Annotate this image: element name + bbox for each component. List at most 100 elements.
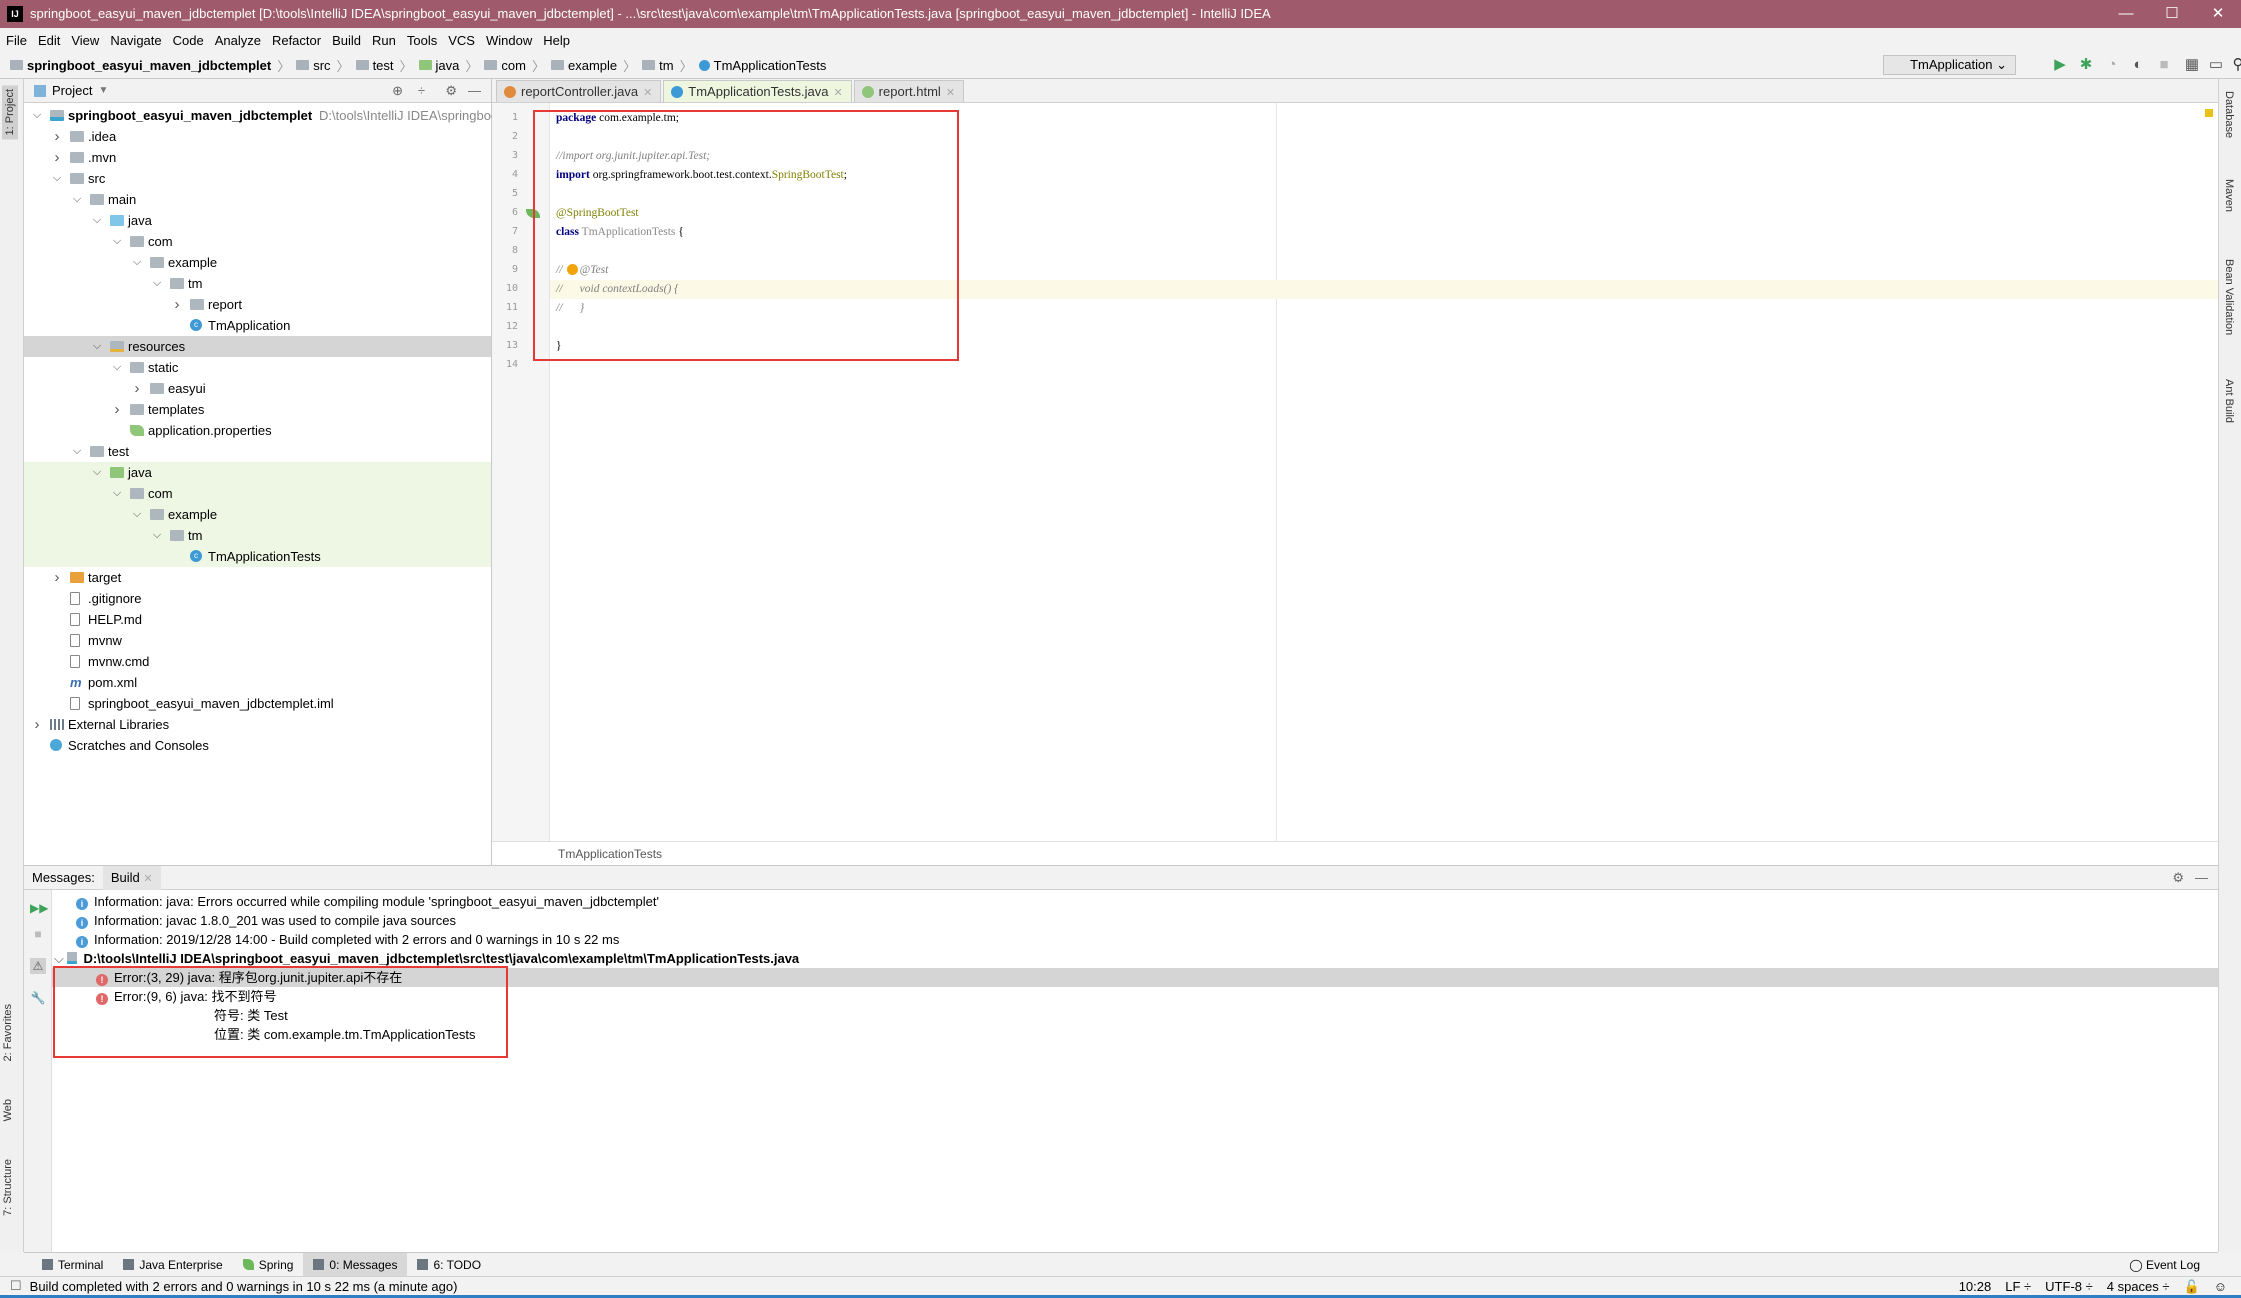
chevron-right-icon[interactable]: › bbox=[171, 294, 183, 315]
chevron-down-icon[interactable]: ⌵ bbox=[111, 231, 123, 252]
event-log-button[interactable]: ◯ Event Log bbox=[2129, 1258, 2200, 1272]
menu-analyze[interactable]: Analyze bbox=[215, 33, 261, 48]
gear-icon[interactable]: ⚙ bbox=[2172, 870, 2184, 886]
tool-tab-messages[interactable]: 0: Messages bbox=[303, 1252, 408, 1277]
message-row[interactable]: i Information: java: Errors occurred whil… bbox=[52, 892, 2218, 911]
stop-icon[interactable]: ■ bbox=[30, 926, 46, 942]
wrench-icon[interactable]: 🔧 bbox=[30, 990, 46, 1006]
chevron-right-icon[interactable]: › bbox=[111, 399, 123, 420]
chevron-down-icon[interactable]: ⌵ bbox=[71, 441, 83, 462]
terminal-window-icon[interactable]: ▭ bbox=[2207, 56, 2225, 74]
caret-position[interactable]: 10:28 bbox=[1959, 1277, 1992, 1296]
menu-window[interactable]: Window bbox=[486, 33, 532, 48]
tree-item[interactable]: application.properties bbox=[24, 420, 491, 441]
hide-icon[interactable]: — bbox=[2195, 870, 2208, 885]
toggle-tool-windows-icon[interactable]: ☐ bbox=[10, 1278, 22, 1294]
tree-item[interactable]: .gitignore bbox=[24, 588, 491, 609]
menu-build[interactable]: Build bbox=[332, 33, 361, 48]
bean-validation-tool-button[interactable]: Bean Validation bbox=[2223, 259, 2235, 335]
tree-item[interactable]: › templates bbox=[24, 399, 491, 420]
tree-item[interactable]: ⌵ static bbox=[24, 357, 491, 378]
chevron-right-icon[interactable]: › bbox=[131, 378, 143, 399]
close-tab-icon[interactable]: ✕ bbox=[143, 873, 152, 885]
run-configuration-select[interactable]: TmApplication ⌄ bbox=[1883, 55, 2016, 75]
menu-help[interactable]: Help bbox=[543, 33, 570, 48]
close-tab-icon[interactable]: ✕ bbox=[833, 87, 842, 99]
ant-build-tool-button[interactable]: Ant Build bbox=[2223, 379, 2235, 423]
close-button[interactable]: ✕ bbox=[2195, 0, 2241, 28]
chevron-down-icon[interactable]: ⌵ bbox=[51, 168, 63, 189]
maximize-button[interactable]: ☐ bbox=[2149, 0, 2195, 28]
tree-item[interactable]: ⌵ example bbox=[24, 504, 491, 525]
message-row[interactable]: i Information: javac 1.8.0_201 was used t… bbox=[52, 911, 2218, 930]
menu-navigate[interactable]: Navigate bbox=[110, 33, 161, 48]
menu-tools[interactable]: Tools bbox=[407, 33, 437, 48]
tree-item[interactable]: springboot_easyui_maven_jdbctemplet.iml bbox=[24, 693, 491, 714]
debug-icon[interactable]: ✱ bbox=[2077, 56, 2095, 74]
breadcrumb-item[interactable]: example 〉 bbox=[551, 56, 636, 75]
tree-item[interactable]: ⌵ java bbox=[24, 462, 491, 483]
menu-refactor[interactable]: Refactor bbox=[272, 33, 321, 48]
web-tool-button[interactable]: Web bbox=[2, 1099, 14, 1121]
breadcrumb-item[interactable]: java 〉 bbox=[418, 56, 478, 75]
chevron-down-icon[interactable]: ⌵ bbox=[31, 105, 43, 126]
coverage-icon[interactable]: ◔ bbox=[2103, 56, 2121, 74]
chevron-down-icon[interactable]: ⌵ bbox=[131, 252, 143, 273]
tree-item[interactable]: Scratches and Consoles bbox=[24, 735, 491, 756]
tree-item[interactable]: mvnw bbox=[24, 630, 491, 651]
tool-tab-todo[interactable]: 6: TODO bbox=[407, 1253, 491, 1277]
chevron-down-icon[interactable]: ⌵ bbox=[91, 462, 103, 483]
close-tab-icon[interactable]: ✕ bbox=[643, 87, 652, 99]
menu-vcs[interactable]: VCS bbox=[448, 33, 475, 48]
menu-code[interactable]: Code bbox=[173, 33, 204, 48]
tree-item[interactable]: c TmApplication bbox=[24, 315, 491, 336]
gear-icon[interactable]: ⚙ bbox=[445, 83, 457, 99]
message-row[interactable]: i Information: 2019/12/28 14:00 - Build c… bbox=[52, 930, 2218, 949]
editor-tab[interactable]: reportController.java ✕ bbox=[496, 80, 662, 102]
menu-file[interactable]: File bbox=[6, 33, 27, 48]
tree-item[interactable]: ⌵ com bbox=[24, 483, 491, 504]
editor-tab[interactable]: TmApplicationTests.java ✕ bbox=[663, 80, 852, 102]
tree-item[interactable]: ⌵ resources bbox=[24, 336, 491, 357]
locate-icon[interactable]: ⊕ bbox=[392, 83, 403, 99]
tree-item[interactable]: ⌵ tm bbox=[24, 525, 491, 546]
breadcrumb-item[interactable]: TmApplicationTests bbox=[698, 56, 826, 75]
project-tool-button[interactable]: 1: Project bbox=[2, 85, 18, 140]
tree-item[interactable]: ⌵ com bbox=[24, 231, 491, 252]
tool-tab-spring[interactable]: Spring bbox=[233, 1253, 304, 1277]
tree-item[interactable]: m pom.xml bbox=[24, 672, 491, 693]
menu-view[interactable]: View bbox=[71, 33, 99, 48]
close-tab-icon[interactable]: ✕ bbox=[946, 87, 955, 99]
chevron-down-icon[interactable]: ⌵ bbox=[131, 504, 143, 525]
tree-item[interactable]: ⌵ main bbox=[24, 189, 491, 210]
line-separator-select[interactable]: LF ÷ bbox=[2005, 1277, 2031, 1296]
profile-icon[interactable]: ◐ bbox=[2129, 56, 2147, 74]
chevron-down-icon[interactable]: ⌵ bbox=[151, 273, 163, 294]
chevron-down-icon[interactable]: ⌵ bbox=[54, 951, 67, 966]
chevron-down-icon[interactable]: ⌵ bbox=[111, 483, 123, 504]
rerun-icon[interactable]: ▶▶ bbox=[30, 900, 48, 916]
search-icon[interactable]: ⚲ bbox=[2229, 56, 2241, 74]
structure-tool-button[interactable]: 7: Structure bbox=[2, 1159, 14, 1216]
chevron-down-icon[interactable]: ⌵ bbox=[151, 525, 163, 546]
breadcrumb-item[interactable]: com 〉 bbox=[484, 56, 545, 75]
tree-item[interactable]: › easyui bbox=[24, 378, 491, 399]
tree-item[interactable]: ⌵ example bbox=[24, 252, 491, 273]
tree-item[interactable]: ⌵ test bbox=[24, 441, 491, 462]
tree-item[interactable]: › target bbox=[24, 567, 491, 588]
tree-item[interactable]: ⌵ java bbox=[24, 210, 491, 231]
tree-item[interactable]: ⌵ springboot_easyui_maven_jdbctemplet D:\t… bbox=[24, 105, 498, 126]
chevron-right-icon[interactable]: › bbox=[51, 126, 63, 147]
inspector-icon[interactable]: ☺ bbox=[2214, 1277, 2227, 1296]
menu-run[interactable]: Run bbox=[372, 33, 396, 48]
encoding-select[interactable]: UTF-8 ÷ bbox=[2045, 1277, 2093, 1296]
tree-item[interactable]: c TmApplicationTests bbox=[24, 546, 491, 567]
run-icon[interactable]: ▶ bbox=[2051, 56, 2069, 74]
tree-item[interactable]: › .idea bbox=[24, 126, 491, 147]
menu-edit[interactable]: Edit bbox=[38, 33, 60, 48]
warning-filter-icon[interactable]: ⚠ bbox=[30, 958, 46, 974]
status-message[interactable]: Build completed with 2 errors and 0 warn… bbox=[30, 1279, 458, 1294]
tree-item[interactable]: ⌵ tm bbox=[24, 273, 491, 294]
chevron-down-icon[interactable]: ⌵ bbox=[91, 210, 103, 231]
hide-icon[interactable]: — bbox=[468, 83, 481, 98]
